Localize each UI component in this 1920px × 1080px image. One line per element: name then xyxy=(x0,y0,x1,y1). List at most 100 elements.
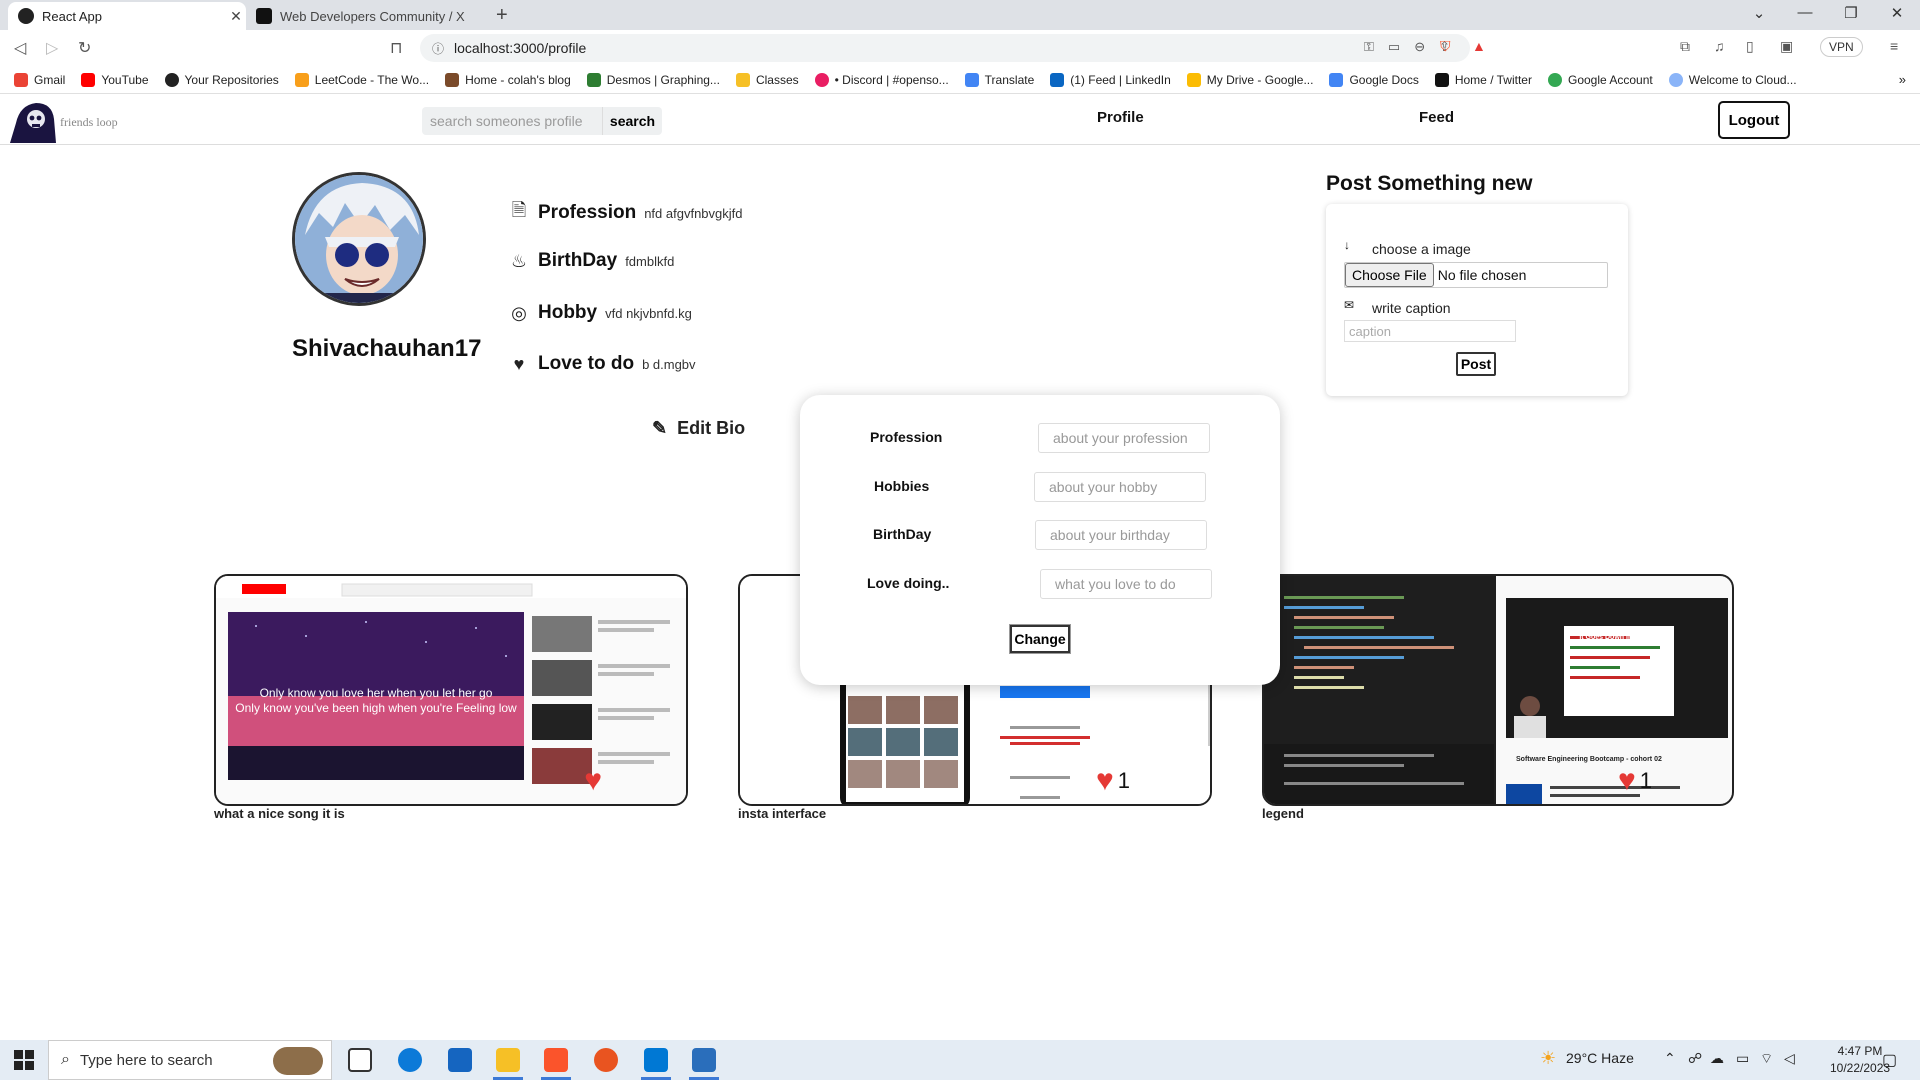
choose-file-button[interactable]: Choose File xyxy=(1345,263,1434,287)
zoom-icon[interactable]: ⊖ xyxy=(1414,39,1425,55)
post-card[interactable]: Only know you love her when you let her … xyxy=(214,574,688,806)
ubuntu-icon[interactable] xyxy=(594,1048,618,1072)
nav-profile[interactable]: Profile xyxy=(1097,109,1144,126)
cloud-icon[interactable]: ☁ xyxy=(1710,1050,1724,1067)
skull-logo-icon[interactable] xyxy=(6,99,58,143)
nav-feed[interactable]: Feed xyxy=(1419,109,1454,126)
profession-field[interactable] xyxy=(1038,423,1210,453)
notification-icon[interactable]: ▢ xyxy=(1882,1050,1897,1070)
x-icon xyxy=(256,8,272,24)
weather-text[interactable]: 29°C Haze xyxy=(1566,1050,1634,1066)
heart-icon: ♥ xyxy=(513,353,525,374)
arrow-down-icon: ↓ xyxy=(1344,238,1350,252)
search-input[interactable] xyxy=(422,107,602,135)
wifi-icon[interactable]: ⌔ xyxy=(1760,1050,1773,1068)
more-bookmarks-icon[interactable]: » xyxy=(1899,72,1906,87)
reload-icon[interactable]: ↻ xyxy=(78,38,91,58)
vpn-button[interactable]: VPN xyxy=(1820,37,1863,57)
sidebar-icon[interactable]: ▯ xyxy=(1746,38,1754,55)
brave-shield-icon[interactable]: ⛉ xyxy=(1440,38,1451,55)
tab-list-icon[interactable]: ⌄ xyxy=(1736,4,1782,22)
edge-icon[interactable] xyxy=(398,1048,422,1072)
bookmark-google-account[interactable]: Google Account xyxy=(1547,72,1653,87)
brave-icon[interactable] xyxy=(544,1048,568,1072)
search-button[interactable]: search xyxy=(602,107,662,135)
bookmark-leetcode[interactable]: LeetCode - The Wo... xyxy=(294,72,429,87)
bookmark-gmail[interactable]: Gmail xyxy=(14,72,65,87)
bookmark-linkedin[interactable]: (1) Feed | LinkedIn xyxy=(1050,72,1171,87)
file-input[interactable]: Choose File No file chosen xyxy=(1344,262,1608,288)
battery-icon[interactable]: ▭ xyxy=(1736,1050,1749,1067)
document-icon: 🗎 xyxy=(511,200,527,220)
bookmark-desmos[interactable]: Desmos | Graphing... xyxy=(586,72,720,87)
like-button[interactable]: ♥ 1 xyxy=(1618,766,1652,796)
brave-rewards-icon[interactable]: ▲ xyxy=(1472,38,1486,54)
bookmark-docs[interactable]: Google Docs xyxy=(1329,72,1419,87)
discord-icon xyxy=(814,72,829,87)
bookmark-discord[interactable]: • Discord | #openso... xyxy=(814,72,949,87)
task-view-icon[interactable] xyxy=(348,1048,372,1072)
change-button[interactable]: Change xyxy=(1009,624,1071,654)
heart-icon: ♥ xyxy=(1617,764,1636,797)
new-post-title: Post Something new xyxy=(1326,172,1533,195)
love-doing-label: Love doing.. xyxy=(867,575,950,591)
translate-icon xyxy=(964,72,979,87)
wallet-icon[interactable]: ▣ xyxy=(1780,38,1793,55)
bookmark-translate[interactable]: Translate xyxy=(964,72,1034,87)
minimize-icon[interactable]: — xyxy=(1782,4,1828,21)
caption-input[interactable] xyxy=(1344,320,1516,342)
like-button[interactable]: ♥ xyxy=(584,766,606,796)
avatar xyxy=(292,172,426,306)
cast-icon[interactable]: ▭ xyxy=(1388,39,1400,55)
file-explorer-icon[interactable] xyxy=(496,1048,520,1072)
network-icon[interactable]: ☍ xyxy=(1688,1050,1702,1067)
cloud-icon xyxy=(1668,72,1683,87)
birthday-field[interactable] xyxy=(1035,520,1207,550)
tab-title: React App xyxy=(42,8,102,24)
mail-icon[interactable] xyxy=(448,1048,472,1072)
key-icon[interactable]: ⚿ xyxy=(1364,39,1374,55)
extensions-icon[interactable]: ⧉ xyxy=(1680,38,1690,55)
volume-icon[interactable]: ◁ xyxy=(1784,1050,1795,1067)
close-window-icon[interactable]: ✕ xyxy=(1874,4,1920,22)
edit-bio-button[interactable]: ✎ Edit Bio xyxy=(652,418,745,439)
post-card[interactable]: It Goes Down In The DB Software Engineer… xyxy=(1262,574,1734,806)
bookmark-twitter[interactable]: Home / Twitter xyxy=(1434,72,1532,87)
bio-profession: 🗎 Profession nfd afgvfnbvgkjfd xyxy=(508,198,743,228)
close-tab-icon[interactable]: ✕ xyxy=(226,8,246,25)
address-bar[interactable]: ⓘ localhost:3000/profile ⚿ ▭ ⊖ ⇪ xyxy=(420,34,1470,62)
back-icon[interactable]: ◁ xyxy=(14,38,26,58)
bookmark-youtube[interactable]: YouTube xyxy=(81,72,149,87)
media-icon[interactable]: ♫ xyxy=(1714,38,1725,54)
weather-icon[interactable]: ☀ xyxy=(1540,1048,1556,1069)
forward-icon[interactable]: ▷ xyxy=(46,38,58,58)
bookmark-colah[interactable]: Home - colah's blog xyxy=(445,72,571,87)
bookmark-drive[interactable]: My Drive - Google... xyxy=(1186,72,1313,87)
bookmark-icon[interactable]: ⊓ xyxy=(390,38,402,58)
logout-button[interactable]: Logout xyxy=(1718,101,1790,139)
gmail-icon xyxy=(14,72,28,87)
vscode-icon[interactable] xyxy=(644,1048,668,1072)
birthday-label: BirthDay xyxy=(873,526,932,542)
windows-start-icon[interactable] xyxy=(14,1050,34,1070)
tab-react-app[interactable]: React App ✕ xyxy=(8,2,246,30)
site-info-icon[interactable]: ⓘ xyxy=(432,40,444,57)
google-icon xyxy=(1547,72,1562,87)
bookmark-cloud[interactable]: Welcome to Cloud... xyxy=(1668,72,1797,87)
restore-icon[interactable]: ❐ xyxy=(1828,4,1874,22)
bookmark-classes[interactable]: Classes xyxy=(735,72,799,87)
new-tab-icon[interactable]: + xyxy=(496,4,508,27)
post-button[interactable]: Post xyxy=(1456,352,1496,376)
menu-icon[interactable]: ≡ xyxy=(1890,38,1898,54)
github-icon xyxy=(164,72,179,87)
love-doing-field[interactable] xyxy=(1040,569,1212,599)
modal-row-love-doing: Love doing.. xyxy=(800,569,1280,599)
hobby-field[interactable] xyxy=(1034,472,1206,502)
like-button[interactable]: ♥ 1 xyxy=(1096,766,1130,796)
taskbar-search[interactable]: ⌕ Type here to search xyxy=(48,1040,332,1080)
bookmark-repositories[interactable]: Your Repositories xyxy=(164,72,279,87)
tray-chevron-icon[interactable]: ⌃ xyxy=(1664,1050,1676,1067)
tab-web-developers[interactable]: Web Developers Community / X xyxy=(246,2,486,30)
photos-icon[interactable] xyxy=(692,1048,716,1072)
classroom-icon xyxy=(735,72,750,87)
